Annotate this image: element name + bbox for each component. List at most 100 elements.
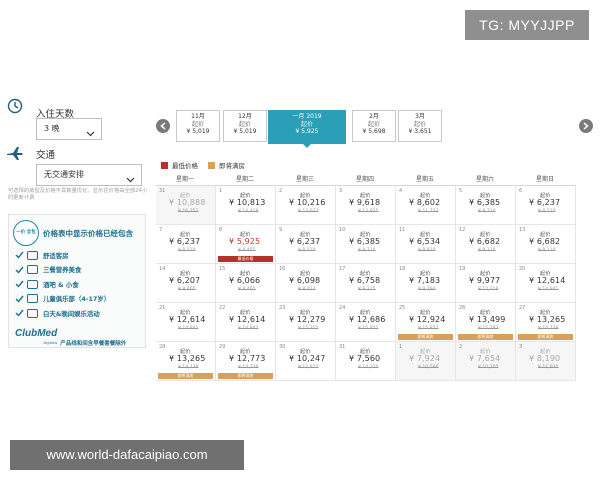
month-price: ¥ 5,925	[295, 128, 319, 135]
calendar-day-cell[interactable]: 8 起价 ¥ 5,925 ¥ 8,465 最低价格	[216, 225, 276, 264]
check-icon	[15, 251, 24, 259]
calendar-day-cell[interactable]: 25 起价 ¥ 12,924 ¥ 15,827 即将满房	[396, 303, 456, 342]
day-number: 23	[279, 305, 286, 311]
calendar-day-cell[interactable]: 12 起价 ¥ 6,682 ¥ 9,110	[456, 225, 516, 264]
weekday-label: 星期四	[356, 176, 375, 183]
month-tab-dec[interactable]: 12月 起价 ¥ 5,019	[223, 110, 267, 142]
day-price: ¥ 7,560	[349, 354, 381, 363]
stay-length-select[interactable]: 3 晚	[36, 118, 102, 140]
day-number: 31	[159, 188, 166, 194]
calendar-day-cell[interactable]: 15 起价 ¥ 6,066 ¥ 8,465	[216, 264, 276, 303]
calendar-day-cell[interactable]: 24 起价 ¥ 12,686 ¥ 15,851	[336, 303, 396, 342]
calendar-day-cell[interactable]: 16 起价 ¥ 6,098 ¥ 8,312	[276, 264, 336, 303]
calendar-day-cell[interactable]: 17 起价 ¥ 6,758 ¥ 9,215	[336, 264, 396, 303]
promo-item: 酒吧 & 小食	[15, 277, 143, 292]
original-price: ¥ 14,841	[178, 326, 199, 331]
calendar-day-cell[interactable]: 22 起价 ¥ 12,614 ¥ 14,841	[216, 303, 276, 342]
day-price: ¥ 6,385	[469, 198, 501, 207]
month-name: 11月	[191, 113, 205, 120]
day-price: ¥ 12,614	[229, 315, 266, 324]
month-from-label: 起价	[367, 120, 380, 128]
next-month-button[interactable]	[579, 119, 593, 133]
calendar-day-cell[interactable]: 21 起价 ¥ 12,614 ¥ 14,841	[156, 303, 216, 342]
month-tab-mar[interactable]: 3月 起价 ¥ 3,651	[398, 110, 442, 142]
promo-list: 舒适客房 三餐营养美食 酒吧 & 小食 儿童俱乐部（4-17岁） 白天&晚间娱乐	[15, 248, 143, 321]
almost-full-tag: 即将满房	[458, 334, 513, 340]
legend-swatch-low	[161, 161, 168, 169]
lowest-price-tag: 最低价格	[218, 256, 273, 262]
calendar-day-cell[interactable]: 27 起价 ¥ 13,265 ¥ 14,739 即将满房	[516, 303, 576, 342]
calendar-day-cell[interactable]: 13 起价 ¥ 6,682 ¥ 9,110	[516, 225, 576, 264]
calendar-day-cell[interactable]: 1 起价 ¥ 10,813 ¥ 14,418	[216, 186, 276, 225]
cocktail-icon	[27, 279, 38, 289]
calendar-day-cell[interactable]: 18 起价 ¥ 7,183 ¥ 9,793	[396, 264, 456, 303]
stay-length-row: 入住天数	[6, 92, 74, 120]
day-number: 10	[339, 227, 346, 233]
stay-length-value: 3 晚	[44, 124, 60, 133]
calendar-day-cell[interactable]: 14 起价 ¥ 6,207 ¥ 8,465	[156, 264, 216, 303]
day-number: 15	[219, 266, 226, 272]
day-number: 18	[399, 266, 406, 272]
day-price: ¥ 10,247	[289, 354, 326, 363]
calendar-day-cell[interactable]: 28 起价 ¥ 13,265 ¥ 14,739 即将满房	[156, 342, 216, 381]
weekday-label: 星期一	[176, 176, 195, 183]
calendar-day-cell[interactable]: 30 起价 ¥ 10,247 ¥ 12,812	[276, 342, 336, 381]
calendar-day-cell[interactable]: 5 起价 ¥ 6,385 ¥ 8,710	[456, 186, 516, 225]
day-number: 30	[279, 344, 286, 350]
kids-club-icon	[27, 294, 38, 304]
calendar-day-cell[interactable]: 20 起价 ¥ 12,614 ¥ 14,841	[516, 264, 576, 303]
original-price: ¥ 14,739	[538, 326, 559, 331]
calendar-grid: 31 起价 ¥ 10,888 ¥ 16,352 1 起价 ¥ 10,813 ¥ 14,418 2…	[156, 186, 576, 381]
transport-select[interactable]: 无交通安排	[36, 164, 142, 186]
calendar-day-cell[interactable]: 7 起价 ¥ 6,237 ¥ 8,510	[156, 225, 216, 264]
weekday-header: 星期一 星期二 星期三 星期四 星期五 星期六 星期日	[156, 174, 576, 186]
calendar-day-cell[interactable]: 4 起价 ¥ 8,602 ¥ 11,732	[396, 186, 456, 225]
calendar-day-cell[interactable]: 23 起价 ¥ 12,279 ¥ 15,351	[276, 303, 336, 342]
day-price: ¥ 13,265	[529, 315, 566, 324]
weekday-label: 星期三	[296, 176, 315, 183]
promo-header: 一价 全包 价格表中显示价格已经包含	[13, 220, 133, 246]
month-tab-jan-active[interactable]: 一月 2019 起价 ¥ 5,925	[268, 110, 346, 148]
month-from-label: 起价	[413, 120, 426, 128]
calendar-day-cell[interactable]: 10 起价 ¥ 6,385 ¥ 8,710	[336, 225, 396, 264]
weekday-label: 星期六	[476, 176, 495, 183]
original-price: ¥ 12,218	[478, 287, 499, 292]
calendar-day-cell[interactable]: 2 起价 ¥ 10,216 ¥ 13,622	[276, 186, 336, 225]
bed-icon	[27, 250, 38, 260]
day-price: ¥ 8,602	[409, 198, 441, 207]
calendar-day-cell[interactable]: 26 起价 ¥ 13,499 ¥ 15,283 即将满房	[456, 303, 516, 342]
check-icon	[15, 280, 24, 288]
day-number: 11	[399, 227, 406, 233]
calendar-day-cell[interactable]: 9 起价 ¥ 6,237 ¥ 8,510	[276, 225, 336, 264]
calendar-day-cell[interactable]: 31 起价 ¥ 7,560 ¥ 10,310	[336, 342, 396, 381]
month-price: ¥ 5,019	[186, 128, 210, 135]
original-price: ¥ 8,510	[178, 248, 196, 253]
calendar-day-cell[interactable]: 29 起价 ¥ 12,773 ¥ 14,739 即将满房	[216, 342, 276, 381]
day-number: 2	[459, 344, 463, 350]
original-price: ¥ 12,825	[358, 209, 379, 214]
day-number: 3	[339, 188, 343, 194]
day-price: ¥ 7,924	[409, 354, 441, 363]
calendar-day-cell[interactable]: 19 起价 ¥ 9,977 ¥ 12,218	[456, 264, 516, 303]
month-from-label: 起价	[238, 120, 251, 128]
promo-item: 白天&晚间娱乐活动	[15, 306, 143, 321]
calendar-day-cell: 3 起价 ¥ 8,190 ¥ 11,920	[516, 342, 576, 381]
calendar-day-cell[interactable]: 3 起价 ¥ 9,618 ¥ 12,825	[336, 186, 396, 225]
all-inclusive-seal: 一价 全包	[13, 220, 39, 246]
day-number: 22	[219, 305, 226, 311]
month-tab-feb[interactable]: 2月 起价 ¥ 5,698	[352, 110, 396, 142]
day-price: ¥ 12,614	[529, 276, 566, 285]
original-price: ¥ 8,312	[298, 287, 316, 292]
almost-full-tag: 即将满房	[398, 334, 453, 340]
original-price: ¥ 9,110	[538, 248, 556, 253]
calendar-day-cell[interactable]: 6 起价 ¥ 6,237 ¥ 8,510	[516, 186, 576, 225]
prev-month-button[interactable]	[156, 119, 170, 133]
day-price: ¥ 5,925	[229, 237, 261, 246]
month-tab-nov[interactable]: 11月 起价 ¥ 5,019	[176, 110, 220, 142]
day-number: 16	[279, 266, 286, 272]
transport-value: 无交通安排	[44, 170, 84, 179]
day-number: 1	[219, 188, 223, 194]
calendar-day-cell[interactable]: 11 起价 ¥ 6,534 ¥ 8,910	[396, 225, 456, 264]
all-inclusive-promo: 一价 全包 价格表中显示价格已经包含 舒适客房 三餐营养美食 酒吧 & 小食 儿…	[8, 214, 146, 348]
month-price: ¥ 5,698	[362, 128, 386, 135]
